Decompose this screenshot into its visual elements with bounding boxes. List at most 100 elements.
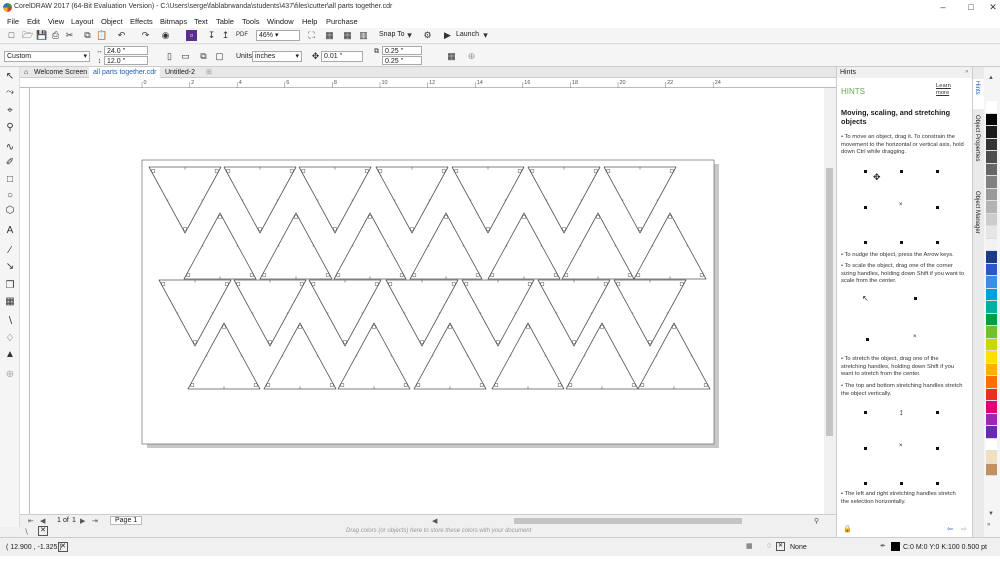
- page-width-field[interactable]: 24.0 ": [104, 46, 148, 55]
- page-size-select[interactable]: Custom ▾: [4, 51, 90, 62]
- connector-tool-icon[interactable]: ↘: [4, 261, 16, 273]
- chevron-down-icon[interactable]: ▾: [404, 30, 415, 41]
- undo-icon[interactable]: ↶: [116, 30, 127, 41]
- paste-icon[interactable]: 📋: [96, 30, 107, 41]
- menu-layout[interactable]: Layout: [71, 17, 94, 26]
- horizontal-ruler[interactable]: 0 2 4 6 8 10 12 14 16 18 20 22 24: [20, 78, 836, 88]
- last-page-icon[interactable]: ⇥: [92, 517, 98, 525]
- all-pages-icon[interactable]: ⧉: [198, 51, 209, 62]
- copy-icon[interactable]: ⧉: [82, 30, 93, 41]
- transparency-icon[interactable]: ▦: [4, 296, 16, 308]
- text-tool-icon[interactable]: A: [4, 225, 16, 237]
- redo-icon[interactable]: ↷: [140, 30, 151, 41]
- forward-icon[interactable]: ⇨: [961, 525, 967, 533]
- color-swatch[interactable]: [986, 326, 997, 339]
- vertical-scroll-thumb[interactable]: [826, 168, 833, 436]
- import-icon[interactable]: ↧: [206, 30, 217, 41]
- color-swatch[interactable]: [986, 388, 997, 401]
- prev-page-icon[interactable]: ◀: [40, 517, 45, 525]
- duplicate-y-field[interactable]: 0.25 ": [382, 56, 422, 65]
- menu-tools[interactable]: Tools: [242, 17, 260, 26]
- color-swatch[interactable]: [986, 263, 997, 276]
- color-swatch[interactable]: [986, 151, 997, 164]
- freehand-tool-icon[interactable]: ∿: [4, 142, 16, 154]
- corel-connect-icon[interactable]: ▫: [186, 30, 197, 41]
- nudge-distance-field[interactable]: 0.01 ": [321, 51, 363, 62]
- palette-expand-icon[interactable]: »: [987, 522, 990, 528]
- tab-object-properties[interactable]: Object Properties: [973, 113, 984, 183]
- color-swatch[interactable]: [986, 176, 997, 189]
- smart-fill-icon[interactable]: ▲: [4, 349, 16, 361]
- color-swatch[interactable]: [986, 276, 997, 289]
- units-select[interactable]: inches ▾: [252, 51, 302, 62]
- color-swatch[interactable]: [986, 188, 997, 201]
- snap-settings-icon[interactable]: ▦: [446, 51, 457, 62]
- eyedropper-icon[interactable]: ∖: [24, 528, 28, 536]
- tab-untitled-2[interactable]: Untitled-2: [161, 67, 199, 78]
- zoom-level-field[interactable]: 46% ▾: [256, 30, 300, 41]
- menu-effects[interactable]: Effects: [130, 17, 153, 26]
- cut-icon[interactable]: ✂: [64, 30, 75, 41]
- show-guidelines-icon[interactable]: ▥: [358, 30, 369, 41]
- docker-options-icon[interactable]: »: [965, 69, 968, 75]
- color-swatch[interactable]: [986, 138, 997, 151]
- lock-icon[interactable]: 🔒: [843, 525, 852, 533]
- full-screen-preview-icon[interactable]: ⛶: [306, 30, 317, 41]
- color-swatch[interactable]: [986, 301, 997, 314]
- color-swatch[interactable]: [986, 126, 997, 139]
- landscape-icon[interactable]: ▭: [180, 51, 191, 62]
- color-swatch[interactable]: [986, 426, 997, 439]
- menu-object[interactable]: Object: [101, 17, 123, 26]
- launch-dropdown[interactable]: Launch: [456, 31, 479, 38]
- print-icon[interactable]: ⎙: [50, 30, 61, 41]
- horizontal-scroll-thumb[interactable]: [514, 518, 742, 524]
- crop-tool-icon[interactable]: ⌖: [4, 105, 16, 117]
- menu-purchase[interactable]: Purchase: [326, 17, 358, 26]
- color-swatch[interactable]: [986, 376, 997, 389]
- portrait-icon[interactable]: ▯: [164, 51, 175, 62]
- zoom-view-icon[interactable]: ⚲: [814, 517, 819, 525]
- color-proofing-icon[interactable]: ▦: [746, 542, 753, 550]
- color-swatch[interactable]: [986, 201, 997, 214]
- menu-table[interactable]: Table: [216, 17, 234, 26]
- menu-window[interactable]: Window: [267, 17, 294, 26]
- maximize-button[interactable]: □: [960, 0, 982, 16]
- color-swatch[interactable]: [986, 313, 997, 326]
- zoom-tool-icon[interactable]: ⚲: [4, 122, 16, 134]
- color-swatch[interactable]: [986, 413, 997, 426]
- export-icon[interactable]: ↥: [220, 30, 231, 41]
- color-swatch[interactable]: [986, 338, 997, 351]
- parallel-dimension-icon[interactable]: ∕: [4, 245, 16, 257]
- scroll-left-icon[interactable]: ◀: [432, 517, 437, 525]
- menu-file[interactable]: File: [7, 17, 19, 26]
- learn-more-link[interactable]: Learn more: [936, 83, 962, 97]
- options-gear-icon[interactable]: ⚙: [422, 30, 433, 41]
- tab-hints[interactable]: Hints: [973, 79, 984, 109]
- drawing-canvas[interactable]: [30, 88, 824, 514]
- first-page-icon[interactable]: ⇤: [28, 517, 34, 525]
- vertical-scrollbar[interactable]: [824, 88, 836, 514]
- minimize-button[interactable]: –: [932, 0, 954, 16]
- new-document-icon[interactable]: □: [6, 30, 17, 41]
- show-grid-icon[interactable]: ▦: [342, 30, 353, 41]
- current-page-icon[interactable]: ▢: [214, 51, 225, 62]
- color-swatch[interactable]: [986, 101, 997, 114]
- tab-all-parts-together[interactable]: all parts together.cdr: [89, 67, 161, 78]
- publish-pdf-icon[interactable]: PDF: [236, 30, 248, 41]
- color-swatch[interactable]: [986, 238, 997, 251]
- shape-tool-icon[interactable]: ⤳: [4, 87, 16, 99]
- color-swatch[interactable]: [986, 363, 997, 376]
- color-swatch[interactable]: [986, 288, 997, 301]
- chevron-down-icon[interactable]: ▾: [480, 30, 491, 41]
- open-icon[interactable]: 🗁: [22, 30, 33, 41]
- page-height-field[interactable]: 12.0 ": [104, 56, 148, 65]
- color-swatch[interactable]: [986, 451, 997, 464]
- menu-edit[interactable]: Edit: [27, 17, 40, 26]
- new-tab-icon[interactable]: ⊞: [202, 67, 216, 78]
- palette-scroll-up-icon[interactable]: ▲: [988, 75, 994, 81]
- ellipse-tool-icon[interactable]: ○: [4, 190, 16, 202]
- menu-help[interactable]: Help: [302, 17, 317, 26]
- document-palette[interactable]: ∖ ✕ Drag colors (or objects) here to sto…: [20, 526, 836, 537]
- menu-bitmaps[interactable]: Bitmaps: [160, 17, 187, 26]
- back-icon[interactable]: ⇦: [947, 525, 953, 533]
